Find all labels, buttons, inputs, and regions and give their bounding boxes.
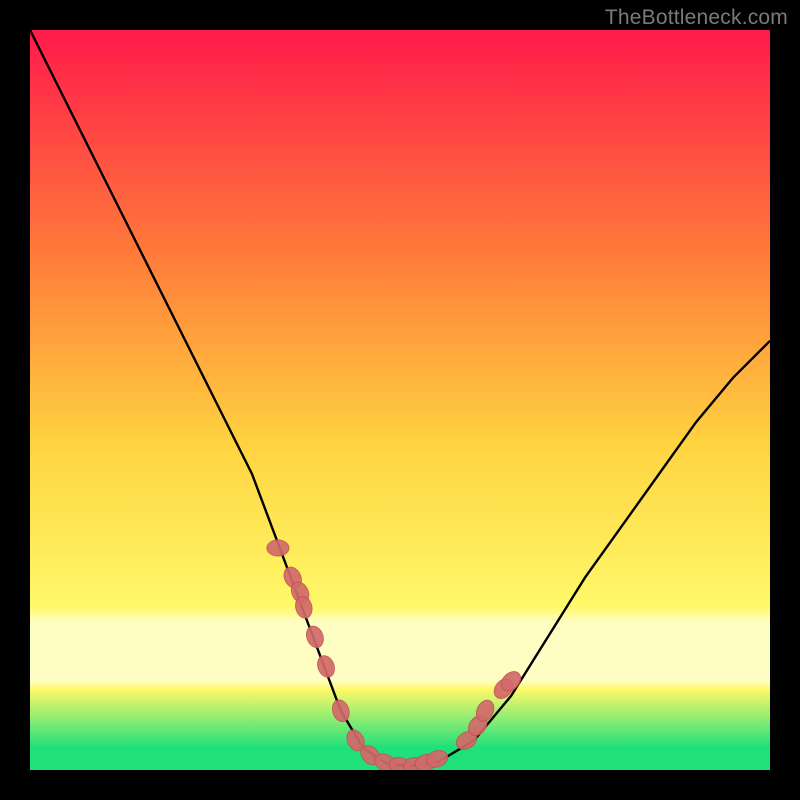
watermark: TheBottleneck.com — [605, 6, 788, 30]
gradient-background — [30, 30, 770, 770]
bottleneck-chart — [30, 30, 770, 770]
sample-point — [267, 540, 289, 556]
chart-area — [30, 30, 770, 770]
